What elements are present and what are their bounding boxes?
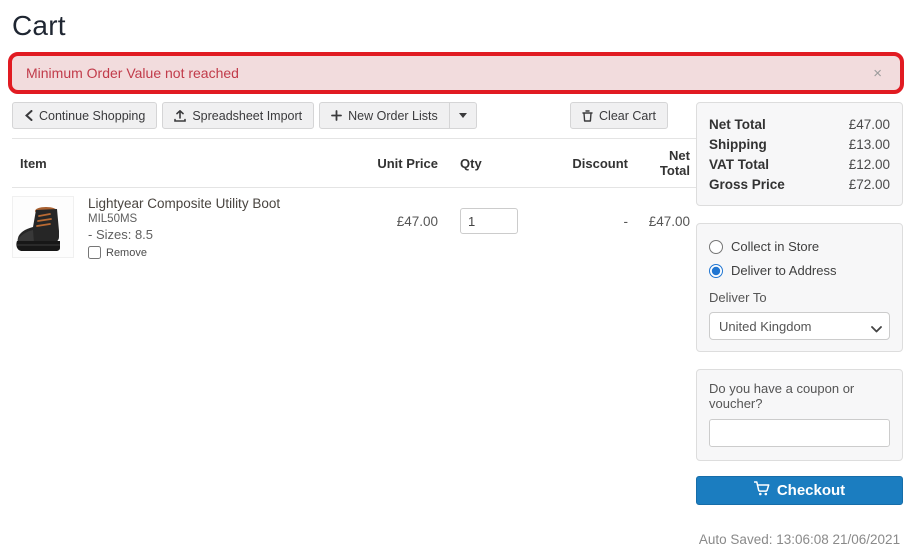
caret-down-icon <box>459 113 467 118</box>
collect-in-store-option: Collect in Store <box>709 239 890 254</box>
remove-item-label: Remove <box>106 247 147 259</box>
new-order-lists-group: New Order Lists <box>319 102 477 129</box>
cart-item-row: Lightyear Composite Utility Boot MIL50MS… <box>12 188 698 268</box>
spreadsheet-import-label: Spreadsheet Import <box>192 109 302 123</box>
unit-price-value: £47.00 <box>358 188 446 268</box>
collect-in-store-label: Collect in Store <box>731 239 819 254</box>
table-header-row: Item Unit Price Qty Discount Net Total <box>12 139 698 188</box>
plus-icon <box>331 110 342 121</box>
header-discount: Discount <box>556 139 636 188</box>
net-total-value: £47.00 <box>636 188 698 268</box>
continue-shopping-label: Continue Shopping <box>39 109 145 123</box>
gross-price-label: Gross Price <box>709 177 785 192</box>
product-name[interactable]: Lightyear Composite Utility Boot <box>88 196 280 211</box>
deliver-to-address-radio[interactable] <box>709 264 723 278</box>
country-select[interactable]: United Kingdom <box>709 312 890 340</box>
summary-row-net-total: Net Total £47.00 <box>709 114 890 134</box>
totals-box: Net Total £47.00 Shipping £13.00 VAT Tot… <box>696 102 903 206</box>
new-order-lists-dropdown-button[interactable] <box>450 102 477 129</box>
shipping-label: Shipping <box>709 137 767 152</box>
cart-main-column: Continue Shopping Spreadsheet Import New… <box>12 102 668 555</box>
clear-cart-button[interactable]: Clear Cart <box>570 102 668 129</box>
delivery-options-box: Collect in Store Deliver to Address Deli… <box>696 223 903 352</box>
header-net-total: Net Total <box>636 139 698 188</box>
clear-cart-label: Clear Cart <box>599 109 656 123</box>
remove-item-checkbox[interactable] <box>88 246 101 259</box>
page-title: Cart <box>12 10 903 42</box>
remove-item-control: Remove <box>88 246 280 259</box>
new-order-lists-label: New Order Lists <box>348 109 438 123</box>
summary-row-vat: VAT Total £12.00 <box>709 154 890 174</box>
coupon-box: Do you have a coupon or voucher? <box>696 369 903 461</box>
product-sizes: - Sizes: 8.5 <box>88 227 280 242</box>
discount-value: - <box>556 188 636 268</box>
cart-table: Item Unit Price Qty Discount Net Total <box>12 138 698 267</box>
continue-shopping-button[interactable]: Continue Shopping <box>12 102 157 129</box>
shipping-amount: £13.00 <box>849 137 890 152</box>
deliver-to-address-label: Deliver to Address <box>731 263 837 278</box>
coupon-input[interactable] <box>709 419 890 447</box>
checkout-label: Checkout <box>777 482 845 499</box>
new-order-lists-button[interactable]: New Order Lists <box>319 102 450 129</box>
vat-total-label: VAT Total <box>709 157 769 172</box>
deliver-to-address-option: Deliver to Address <box>709 263 890 278</box>
coupon-question: Do you have a coupon or voucher? <box>709 381 890 411</box>
deliver-to-label: Deliver To <box>709 290 890 305</box>
header-qty: Qty <box>446 139 556 188</box>
chevron-left-icon <box>24 110 33 121</box>
cart-toolbar: Continue Shopping Spreadsheet Import New… <box>12 102 668 129</box>
cart-page: Cart Minimum Order Value not reached × C… <box>0 0 912 555</box>
alert-message: Minimum Order Value not reached <box>26 65 239 81</box>
header-unit-price: Unit Price <box>358 139 446 188</box>
header-item: Item <box>12 139 358 188</box>
trash-icon <box>582 110 593 122</box>
product-image-boot <box>12 196 74 258</box>
checkout-button[interactable]: Checkout <box>696 476 903 505</box>
close-icon[interactable]: × <box>869 66 886 81</box>
product-sku: MIL50MS <box>88 213 280 225</box>
gross-price-amount: £72.00 <box>849 177 890 192</box>
upload-icon <box>174 110 186 122</box>
net-total-label: Net Total <box>709 117 766 132</box>
cart-icon <box>754 481 770 500</box>
vat-total-amount: £12.00 <box>849 157 890 172</box>
quantity-input[interactable] <box>460 208 518 234</box>
net-total-amount: £47.00 <box>849 117 890 132</box>
summary-row-gross: Gross Price £72.00 <box>709 174 890 194</box>
autosave-status: Auto Saved: 13:06:08 21/06/2021 <box>696 532 903 547</box>
product-info: Lightyear Composite Utility Boot MIL50MS… <box>88 196 280 259</box>
order-summary-sidebar: Net Total £47.00 Shipping £13.00 VAT Tot… <box>696 102 903 555</box>
collect-in-store-radio[interactable] <box>709 240 723 254</box>
summary-row-shipping: Shipping £13.00 <box>709 134 890 154</box>
spreadsheet-import-button[interactable]: Spreadsheet Import <box>162 102 314 129</box>
min-order-alert: Minimum Order Value not reached × <box>8 52 904 94</box>
